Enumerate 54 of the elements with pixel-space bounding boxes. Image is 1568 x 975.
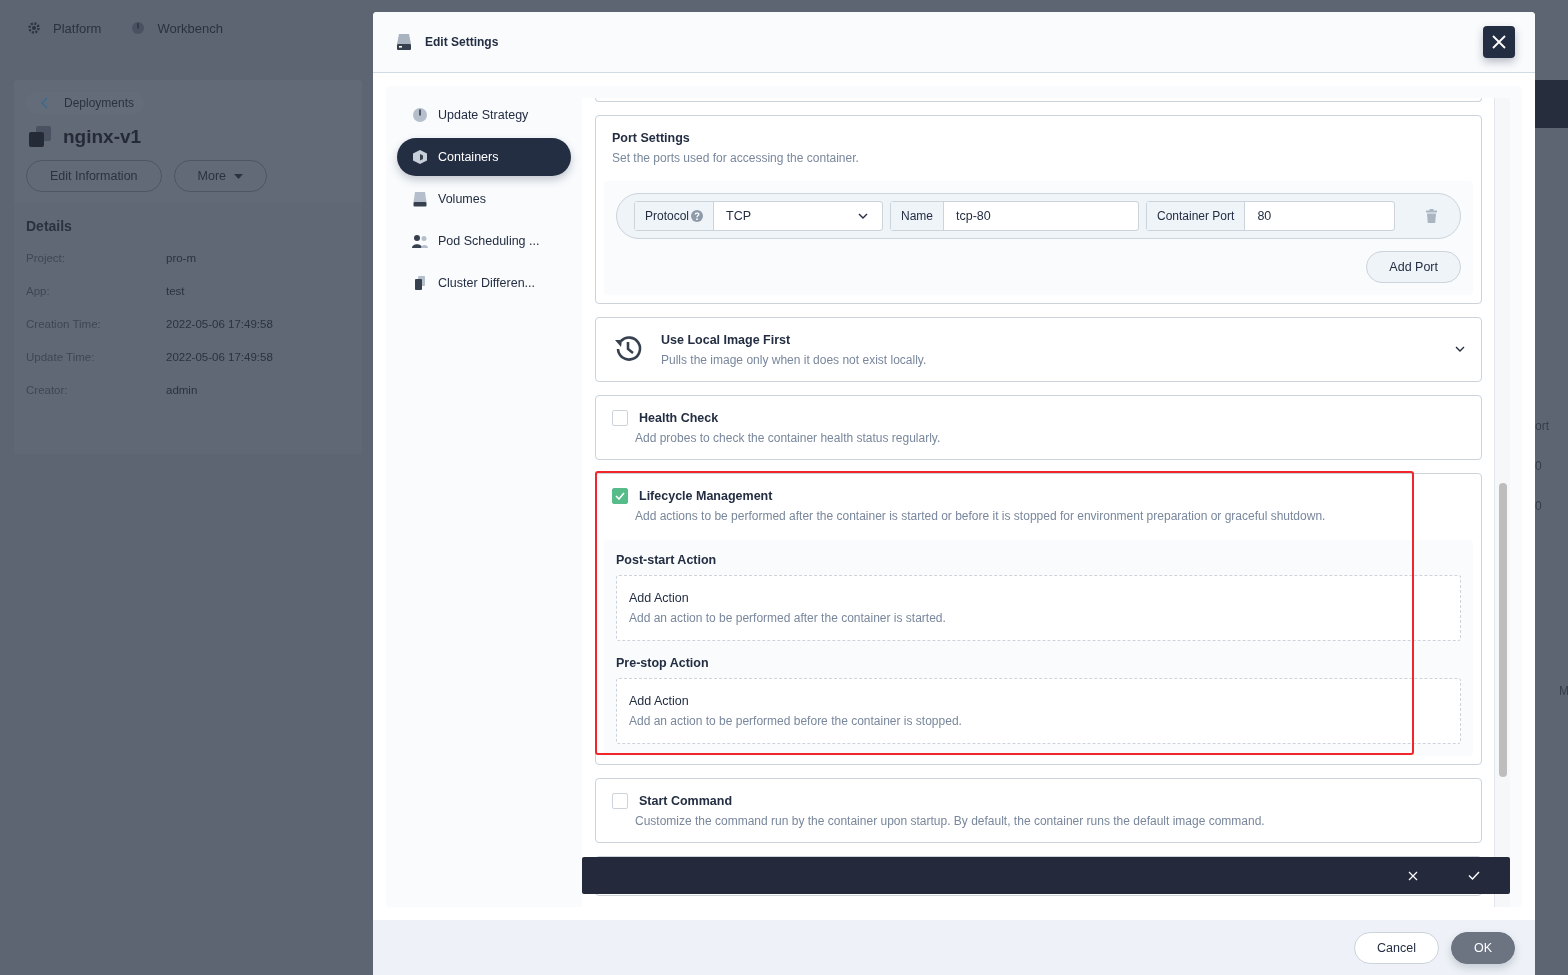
deployment-icon [29,126,53,148]
ok-button[interactable]: OK [1450,932,1515,964]
nav-item[interactable]: Pod Scheduling ... [397,222,571,260]
add-action-box[interactable]: Add Action Add an action to be performed before the container is stopped. [616,678,1461,744]
add-action-box[interactable]: Add Action Add an action to be performed after the container is started. [616,575,1461,641]
protocol-select[interactable]: Protocol TCP [634,201,883,231]
check-icon [1468,871,1480,880]
name-field[interactable]: Name tcp-80 [890,201,1139,231]
check-icon [615,492,625,500]
group-title: Pre-stop Action [616,655,710,671]
section-description: Add probes to check the container health status regularly. [635,430,942,446]
caret-icon [234,173,244,179]
nav-item[interactable]: Update Strategy [397,96,571,134]
section-description: Customize the command run by the container upon startup. By default, the container runs the default image command. [635,813,1266,829]
gauge-icon [412,107,428,123]
documents-icon [412,275,428,291]
table-header-bar [1535,80,1568,128]
section-title: Port Settings [611,130,691,146]
scrollbar[interactable] [1494,98,1510,907]
checkbox[interactable] [612,410,628,426]
section-description: Add actions to be performed after the container is started or before it is stopped for environment preparation or graceful shutdown. [635,508,1327,524]
close-button[interactable] [1483,26,1515,58]
confirm-edit-button[interactable] [1466,869,1482,882]
checkbox[interactable] [612,793,628,809]
add-port-button[interactable]: Add Port [1366,251,1461,283]
dialog-title: Edit Settings [425,35,499,49]
nav-item[interactable]: Containers [397,138,571,176]
history-clock-icon [612,334,644,364]
cancel-button[interactable]: Cancel [1354,932,1439,964]
chevron-down-icon[interactable] [1455,346,1465,352]
close-icon [1408,870,1418,881]
back-icon [40,97,50,109]
checkbox[interactable] [612,488,628,504]
gauge-icon [131,21,146,35]
section-title: Health Check [639,410,720,426]
port-field[interactable]: Container Port 80 [1146,201,1395,231]
section-title: Lifecycle Management [639,488,774,504]
section-description: Set the ports used for accessing the container. [611,150,860,166]
section-description: Pulls the image only when it does not exist locally. [661,352,928,368]
people-icon [412,233,428,249]
nav-item[interactable]: Volumes [397,180,571,218]
section-title: Use Local Image First [661,332,792,348]
group-title: Post-start Action [616,552,718,568]
section-title: Start Command [639,793,734,809]
close-icon [1492,35,1506,49]
chevron-down-icon [858,213,868,219]
deployment-title: nginx-v1 [63,126,142,148]
gear-icon [27,21,41,35]
help-icon [691,210,704,222]
cube-icon [412,149,428,165]
nav-item[interactable]: Cluster Differen... [397,264,571,302]
trash-icon [1426,209,1437,223]
drive-icon [397,33,411,51]
drive-icon [412,191,428,207]
